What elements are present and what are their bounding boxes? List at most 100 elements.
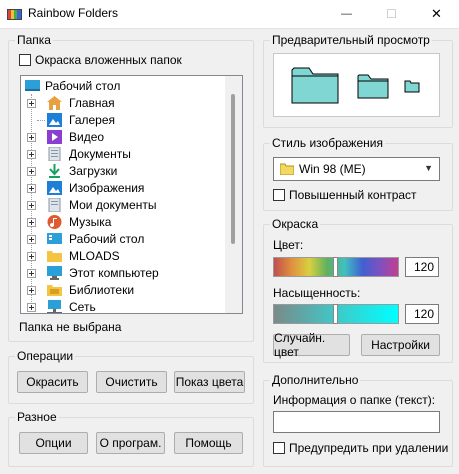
expand-icon[interactable] xyxy=(27,133,36,142)
tree-item-label: Галерея xyxy=(69,113,116,127)
tree-item-downloads[interactable]: Загрузки xyxy=(21,163,226,180)
tree-item-this-pc[interactable]: Этот компьютер xyxy=(21,265,226,282)
folder-tree[interactable]: Рабочий стол Главная Галерея Видео Докум… xyxy=(20,75,243,314)
tree-item-label: Библиотеки xyxy=(69,283,135,297)
options-button[interactable]: Опции xyxy=(19,432,88,454)
tree-item-label: Главная xyxy=(69,96,115,110)
show-color-button[interactable]: Показ цвета xyxy=(174,371,245,393)
chevron-down-icon: ▼ xyxy=(424,163,433,173)
tree-item-label: Мои документы xyxy=(69,198,157,212)
tree-root-label: Рабочий стол xyxy=(45,79,121,93)
folder-status: Папка не выбрана xyxy=(19,320,122,334)
title-bar: Rainbow Folders — ☐ ✕ xyxy=(0,0,459,29)
desktop-icon xyxy=(25,80,40,91)
hue-slider-thumb[interactable] xyxy=(334,258,337,276)
colorize-button[interactable]: Окрасить xyxy=(17,371,88,393)
network-icon xyxy=(47,300,62,313)
expand-icon[interactable] xyxy=(27,269,36,278)
tree-connector xyxy=(37,120,45,121)
tree-item-my-documents[interactable]: Мои документы xyxy=(21,197,226,214)
clear-button[interactable]: Очистить xyxy=(96,371,167,393)
music-icon xyxy=(47,215,62,229)
style-select-value: Win 98 (ME) xyxy=(299,162,366,176)
high-contrast-label: Повышенный контраст xyxy=(289,188,417,202)
download-icon xyxy=(49,164,60,178)
expand-icon[interactable] xyxy=(27,218,36,227)
expand-icon[interactable] xyxy=(27,201,36,210)
expand-icon[interactable] xyxy=(27,99,36,108)
tree-item-label: MLOADS xyxy=(69,249,120,263)
tree-item-label: Изображения xyxy=(69,181,145,195)
saturation-value-field[interactable]: 120 xyxy=(405,304,439,324)
scrollbar-thumb[interactable] xyxy=(231,94,235,244)
minimize-button[interactable]: — xyxy=(324,0,369,28)
tree-item-mloads[interactable]: MLOADS xyxy=(21,248,226,265)
preview-group-label: Предварительный просмотр xyxy=(270,33,432,47)
folder-info-input[interactable] xyxy=(273,411,440,433)
libraries-icon xyxy=(47,285,62,296)
settings-button[interactable]: Настройки xyxy=(361,334,440,356)
expand-icon[interactable] xyxy=(27,252,36,261)
large-folder-icon xyxy=(291,67,339,104)
coloring-group-label: Окраска xyxy=(270,217,321,231)
expand-icon[interactable] xyxy=(27,286,36,295)
expand-icon[interactable] xyxy=(27,303,36,312)
close-button[interactable]: ✕ xyxy=(414,0,459,28)
misc-group-label: Разное xyxy=(15,410,59,424)
saturation-slider-thumb[interactable] xyxy=(334,305,337,323)
video-icon xyxy=(47,130,62,144)
saturation-slider[interactable] xyxy=(273,304,399,324)
tree-item-label: Видео xyxy=(69,130,105,144)
small-folder-icon xyxy=(404,80,420,93)
tree-item-label: Этот компьютер xyxy=(69,266,159,280)
hue-value-field[interactable]: 120 xyxy=(405,257,439,277)
tree-item-music[interactable]: Музыка xyxy=(21,214,226,231)
preview-panel xyxy=(273,53,440,117)
tree-item-label: Музыка xyxy=(69,215,112,229)
style-group-label: Стиль изображения xyxy=(270,136,385,150)
random-color-button[interactable]: Случайн. цвет xyxy=(273,331,350,359)
tree-item-images[interactable]: Изображения xyxy=(21,180,226,197)
folder-icon xyxy=(280,163,294,175)
tree-item-label: Рабочий стол xyxy=(69,232,145,246)
tree-item-libraries[interactable]: Библиотеки xyxy=(21,282,226,299)
maximize-button[interactable]: ☐ xyxy=(369,0,414,28)
app-icon xyxy=(7,9,22,20)
warn-on-delete-checkbox[interactable] xyxy=(273,442,285,454)
medium-folder-icon xyxy=(357,74,389,99)
high-contrast-checkbox[interactable] xyxy=(273,189,285,201)
expand-icon[interactable] xyxy=(27,235,36,244)
tree-scrollbar[interactable] xyxy=(225,76,242,313)
expand-icon[interactable] xyxy=(27,167,36,176)
tree-root[interactable]: Рабочий стол xyxy=(21,78,226,95)
tree-item-home[interactable]: Главная xyxy=(21,95,226,112)
style-select[interactable]: Win 98 (ME) ▼ xyxy=(273,157,440,181)
expand-icon[interactable] xyxy=(27,150,36,159)
tree-item-network[interactable]: Сеть xyxy=(21,299,226,313)
help-button[interactable]: Помощь xyxy=(174,432,243,454)
tree-item-label: Документы xyxy=(69,147,131,161)
home-icon xyxy=(47,96,62,110)
gallery-icon xyxy=(47,113,62,127)
documents-icon xyxy=(48,147,61,161)
about-button[interactable]: О програм. xyxy=(96,432,165,454)
minimize-icon: — xyxy=(341,8,352,20)
hue-slider[interactable] xyxy=(273,257,399,277)
folder-group-label: Папка xyxy=(15,33,53,47)
images-icon xyxy=(47,181,62,195)
folder-info-label: Информация о папке (текст): xyxy=(273,393,436,407)
saturation-label: Насыщенность: xyxy=(273,286,361,300)
maximize-icon: ☐ xyxy=(386,7,397,21)
tree-item-video[interactable]: Видео xyxy=(21,129,226,146)
warn-on-delete-label: Предупредить при удалении xyxy=(289,441,449,455)
hue-label: Цвет: xyxy=(273,238,304,252)
folder-icon xyxy=(47,251,62,262)
computer-icon xyxy=(47,266,62,280)
window-title: Rainbow Folders xyxy=(28,6,119,20)
tree-item-documents[interactable]: Документы xyxy=(21,146,226,163)
tree-item-desktop[interactable]: Рабочий стол xyxy=(21,231,226,248)
colorize-nested-checkbox[interactable] xyxy=(19,54,31,66)
expand-icon[interactable] xyxy=(27,184,36,193)
tree-item-label: Загрузки xyxy=(69,164,118,178)
tree-item-gallery[interactable]: Галерея xyxy=(21,112,226,129)
